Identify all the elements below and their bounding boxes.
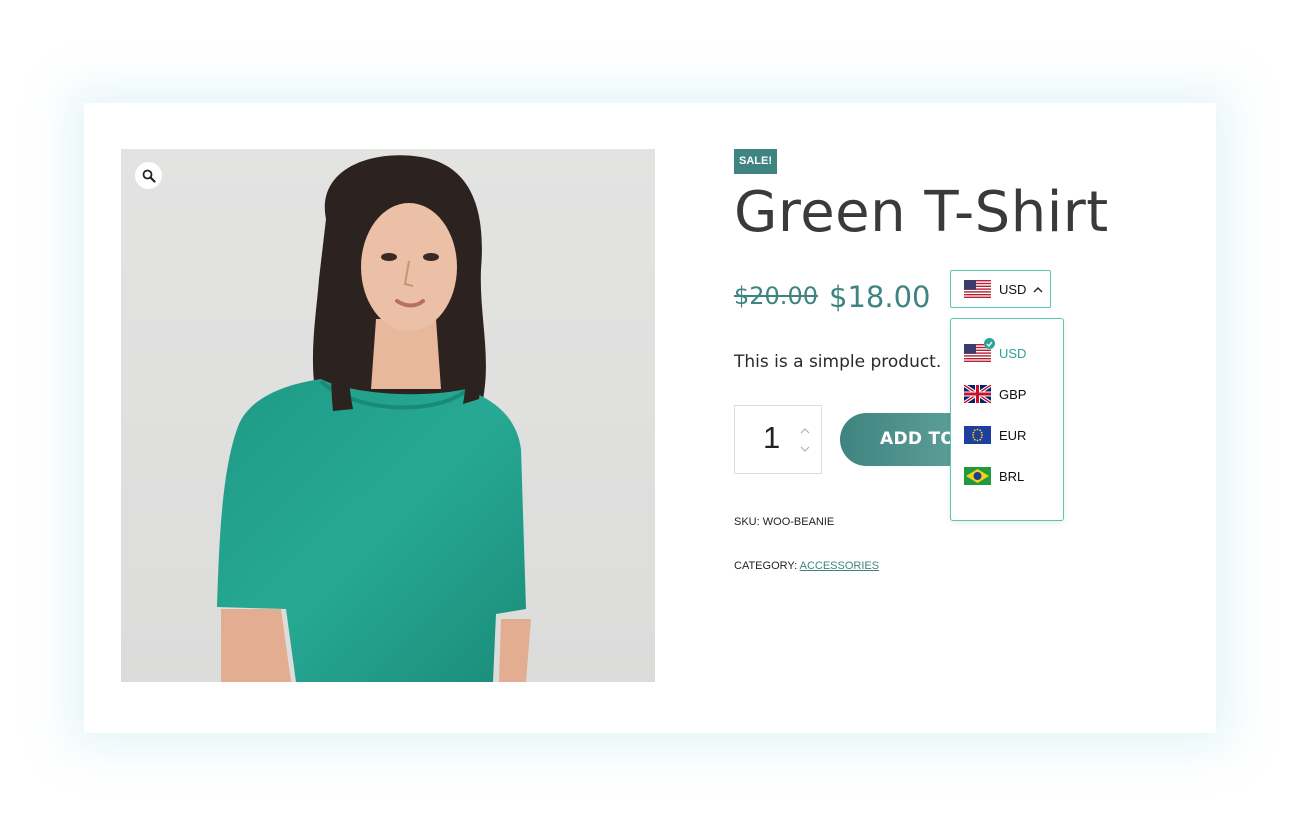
zoom-button[interactable] xyxy=(135,162,162,189)
uk-flag-icon xyxy=(964,385,991,403)
currency-option-brl[interactable]: BRL xyxy=(964,466,1024,486)
chevron-up-icon xyxy=(1033,286,1043,292)
sku-value: WOO-BEANIE xyxy=(762,516,835,528)
regular-price: $20.00 xyxy=(734,282,818,310)
eu-flag-icon xyxy=(964,426,991,444)
product-title: Green T-Shirt xyxy=(734,180,1109,245)
magnifier-icon xyxy=(142,169,156,183)
us-flag-icon xyxy=(964,280,991,298)
currency-option-usd[interactable]: USD xyxy=(964,338,1027,363)
currency-code: USD xyxy=(999,345,1027,361)
currency-code: BRL xyxy=(999,468,1025,484)
selected-check-icon xyxy=(984,338,995,349)
currency-dropdown: USD GBP EUR BRL xyxy=(950,318,1064,521)
decrement-icon[interactable] xyxy=(800,446,810,452)
selected-currency: USD xyxy=(999,281,1027,297)
quantity-stepper[interactable]: 1 xyxy=(734,405,822,474)
category-line: CATEGORY: ACCESSORIES xyxy=(734,560,879,572)
quantity-value[interactable]: 1 xyxy=(763,420,780,456)
category-label: CATEGORY: xyxy=(734,560,798,572)
sale-price: $18.00 xyxy=(829,280,931,314)
sale-badge: SALE! xyxy=(734,149,777,174)
brazil-flag-icon xyxy=(964,467,991,485)
short-description: This is a simple product. xyxy=(734,352,942,372)
currency-switcher-button[interactable]: USD xyxy=(950,270,1051,308)
model-wearing-green-tshirt-illustration xyxy=(121,149,655,682)
sku-label: SKU: xyxy=(734,516,760,528)
category-link[interactable]: ACCESSORIES xyxy=(800,560,879,572)
increment-icon[interactable] xyxy=(800,428,810,434)
currency-option-eur[interactable]: EUR xyxy=(964,425,1026,445)
sku-line: SKU: WOO-BEANIE xyxy=(734,516,834,528)
currency-code: EUR xyxy=(999,427,1027,443)
currency-code: GBP xyxy=(999,386,1027,402)
product-image[interactable] xyxy=(121,149,655,682)
currency-option-gbp[interactable]: GBP xyxy=(964,384,1026,404)
